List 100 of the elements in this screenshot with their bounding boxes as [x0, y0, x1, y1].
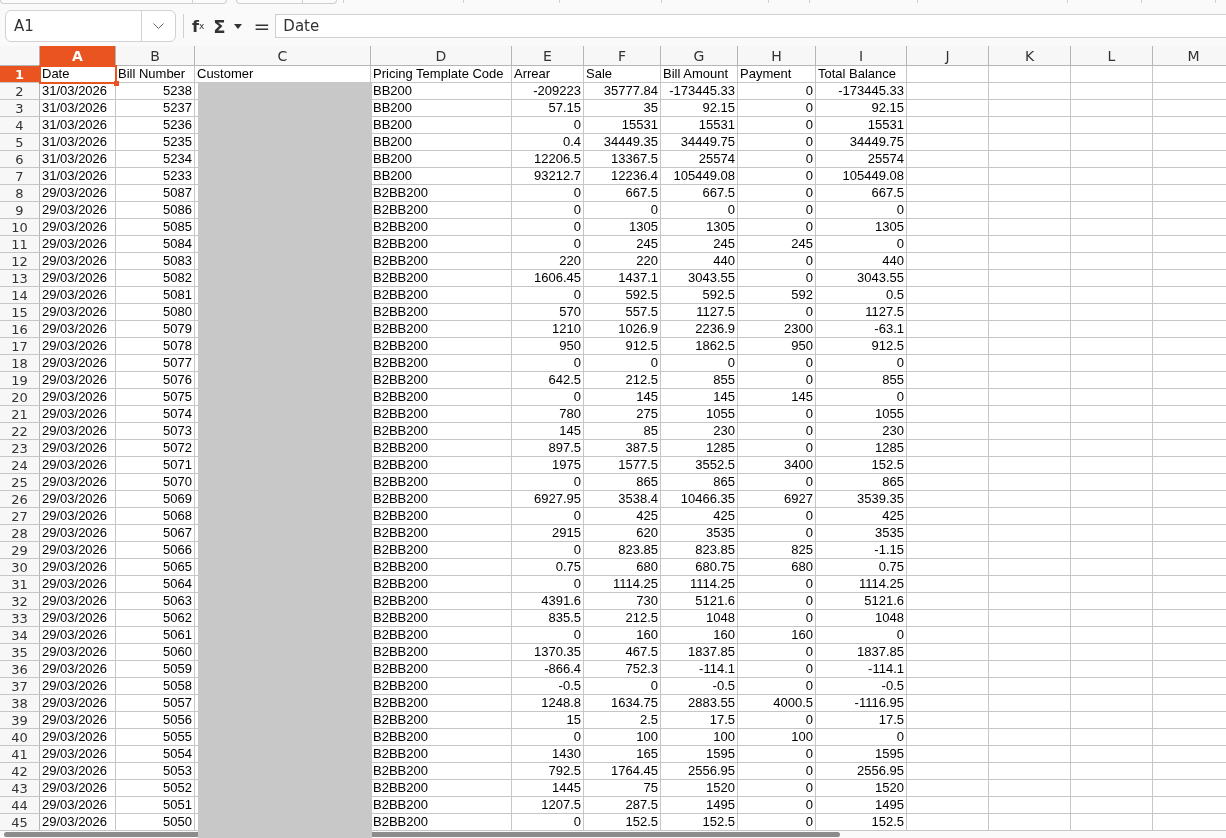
table-cell-text: B2BB200 — [372, 610, 429, 627]
column-header[interactable]: A — [40, 46, 116, 66]
table-cell-text: 1837.85 — [856, 644, 905, 661]
table-cell-text: 25574 — [697, 151, 736, 168]
toolbar-dropdown[interactable] — [0, 0, 227, 4]
row-header[interactable]: 36 — [0, 661, 40, 678]
column-header[interactable]: B — [116, 46, 195, 66]
row-header[interactable]: 7 — [0, 168, 40, 185]
row-header[interactable]: 20 — [0, 389, 40, 406]
column-header[interactable]: F — [584, 46, 661, 66]
table-cell-text: B2BB200 — [372, 372, 429, 389]
table-cell-text: 0.5 — [884, 287, 905, 304]
row-header[interactable]: 37 — [0, 678, 40, 695]
row-header[interactable]: 35 — [0, 644, 40, 661]
row-header[interactable]: 16 — [0, 321, 40, 338]
table-cell-text: 245 — [635, 236, 659, 253]
table-cell-text: 0 — [572, 729, 582, 746]
table-cell-text: 15 — [565, 712, 582, 729]
row-header[interactable]: 1 — [0, 66, 40, 83]
row-header[interactable]: 33 — [0, 610, 40, 627]
table-cell-text: 440 — [712, 253, 736, 270]
row-header[interactable]: 38 — [0, 695, 40, 712]
table-cell-text: 25574 — [866, 151, 905, 168]
row-header[interactable]: 23 — [0, 440, 40, 457]
row-header[interactable]: 4 — [0, 117, 40, 134]
table-cell-text: 5121.6 — [694, 593, 736, 610]
column-header[interactable]: K — [989, 46, 1071, 66]
row-header[interactable]: 3 — [0, 100, 40, 117]
table-cell-text: 0 — [895, 202, 905, 219]
table-cell-text: 75 — [642, 780, 659, 797]
column-header[interactable]: C — [195, 46, 371, 66]
column-header[interactable]: E — [512, 46, 584, 66]
row-header[interactable]: 10 — [0, 219, 40, 236]
table-cell-text: 31/03/2026 — [41, 134, 109, 151]
row-header[interactable]: 13 — [0, 270, 40, 287]
column-header[interactable]: D — [371, 46, 512, 66]
row-header[interactable]: 9 — [0, 202, 40, 219]
row-header[interactable]: 2 — [0, 83, 40, 100]
name-box[interactable]: A1 — [5, 10, 176, 42]
row-header[interactable]: 12 — [0, 253, 40, 270]
row-header[interactable]: 5 — [0, 134, 40, 151]
row-header[interactable]: 21 — [0, 406, 40, 423]
table-cell-text: 1127.5 — [864, 304, 905, 321]
row-header[interactable]: 8 — [0, 185, 40, 202]
table-cell-text: 57.15 — [547, 100, 582, 117]
fill-handle-icon[interactable] — [114, 81, 119, 86]
row-header[interactable]: 32 — [0, 593, 40, 610]
table-cell-text: B2BB200 — [372, 746, 429, 763]
row-header[interactable]: 19 — [0, 372, 40, 389]
toolbar-dropdown[interactable] — [236, 0, 337, 4]
table-cell-text: B2BB200 — [372, 627, 429, 644]
row-header[interactable]: 31 — [0, 576, 40, 593]
column-header[interactable]: M — [1153, 46, 1226, 66]
formula-input[interactable]: Date — [275, 14, 1226, 38]
row-header[interactable]: 14 — [0, 287, 40, 304]
row-header[interactable]: 39 — [0, 712, 40, 729]
row-header[interactable]: 30 — [0, 559, 40, 576]
table-cell-text: 230 — [881, 423, 905, 440]
table-cell-text: 0 — [804, 746, 814, 763]
column-header[interactable]: G — [661, 46, 738, 66]
column-header[interactable]: I — [816, 46, 907, 66]
table-cell-text: 620 — [635, 525, 659, 542]
table-cell-text: 792.5 — [547, 763, 582, 780]
table-cell-text: 4391.6 — [540, 593, 582, 610]
row-header[interactable]: 34 — [0, 627, 40, 644]
row-header[interactable]: 45 — [0, 814, 40, 831]
table-cell-text: B2BB200 — [372, 270, 429, 287]
table-cell-text: 3043.55 — [687, 270, 736, 287]
column-header[interactable]: H — [738, 46, 816, 66]
table-cell-text: 0 — [804, 185, 814, 202]
table-cell-text: 0 — [572, 814, 582, 831]
row-header[interactable]: 26 — [0, 491, 40, 508]
row-header[interactable]: 11 — [0, 236, 40, 253]
row-header[interactable]: 6 — [0, 151, 40, 168]
table-cell-text: 29/03/2026 — [41, 423, 109, 440]
row-header[interactable]: 28 — [0, 525, 40, 542]
row-header[interactable]: 18 — [0, 355, 40, 372]
row-header[interactable]: 41 — [0, 746, 40, 763]
table-cell-text: 0 — [804, 134, 814, 151]
table-cell-text: 1862.5 — [694, 338, 736, 355]
table-cell-text: 0 — [572, 287, 582, 304]
row-header[interactable]: 40 — [0, 729, 40, 746]
table-cell-text: 1520 — [705, 780, 736, 797]
row-header[interactable]: 44 — [0, 797, 40, 814]
sum-button[interactable]: Σ — [211, 13, 244, 39]
row-header[interactable]: 15 — [0, 304, 40, 321]
row-header[interactable]: 22 — [0, 423, 40, 440]
row-header[interactable]: 25 — [0, 474, 40, 491]
formula-button[interactable]: = — [251, 13, 273, 39]
select-all-corner[interactable] — [0, 46, 40, 66]
row-header[interactable]: 27 — [0, 508, 40, 525]
table-cell-text: 2556.95 — [687, 763, 736, 780]
column-header[interactable]: J — [907, 46, 989, 66]
row-header[interactable]: 43 — [0, 780, 40, 797]
column-header[interactable]: L — [1071, 46, 1153, 66]
row-header[interactable]: 29 — [0, 542, 40, 559]
row-header[interactable]: 24 — [0, 457, 40, 474]
table-cell-text: 29/03/2026 — [41, 695, 109, 712]
row-header[interactable]: 17 — [0, 338, 40, 355]
row-header[interactable]: 42 — [0, 763, 40, 780]
